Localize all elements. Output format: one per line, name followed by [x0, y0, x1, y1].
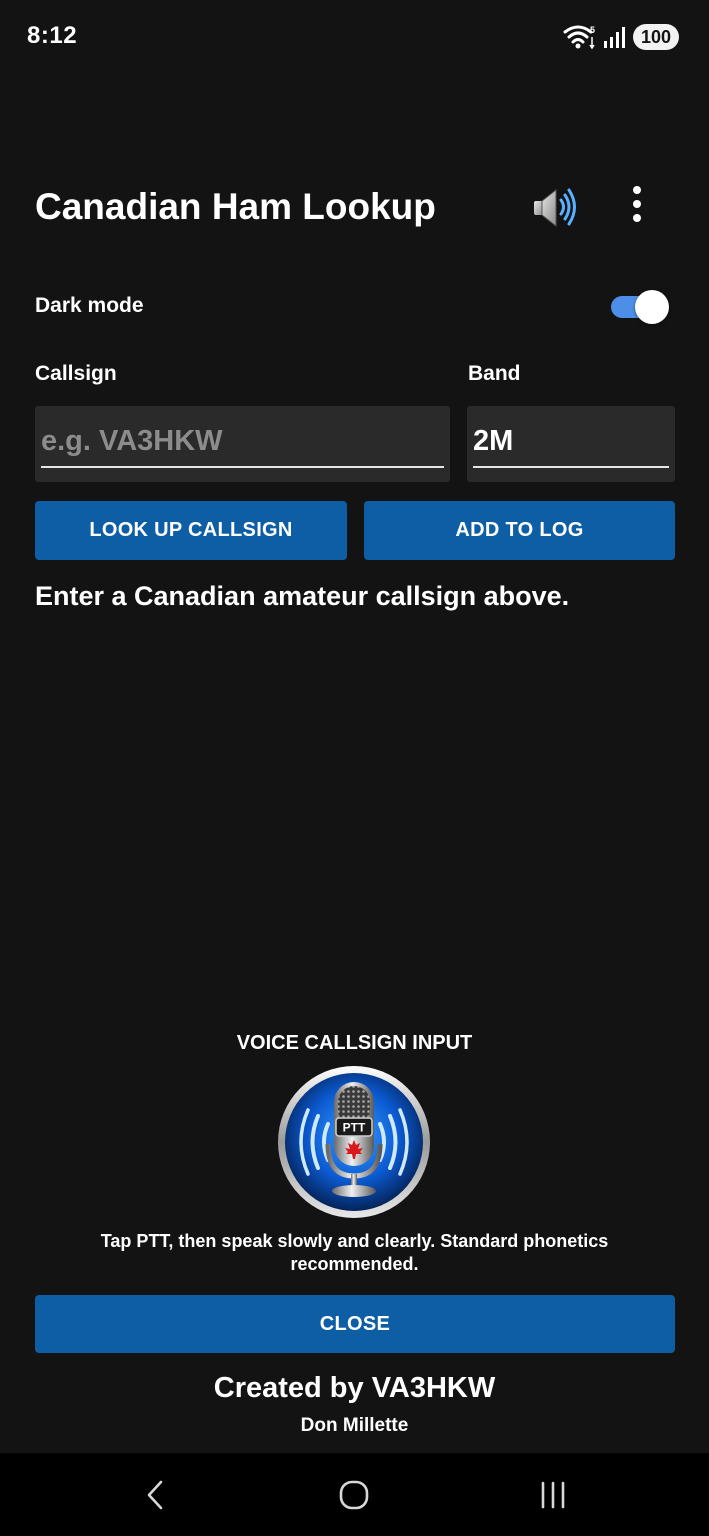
recents-icon[interactable]	[523, 1469, 583, 1521]
svg-text:5: 5	[590, 25, 595, 35]
voice-section-title: VOICE CALLSIGN INPUT	[236, 1032, 473, 1054]
credit-title: Created by VA3HKW	[213, 1372, 496, 1404]
close-button[interactable]: CLOSE	[35, 1295, 675, 1353]
look-up-callsign-button[interactable]: LOOK UP CALLSIGN	[35, 501, 347, 560]
screen: 8:12 5 100 Canadian Ham Lookup Dark mode…	[0, 0, 709, 1536]
ptt-label: PTT	[343, 1121, 366, 1135]
speaker-icon[interactable]	[530, 184, 578, 230]
band-label: Band	[468, 362, 521, 385]
back-icon[interactable]	[125, 1469, 185, 1521]
toggle-thumb	[635, 290, 669, 324]
dark-mode-toggle[interactable]	[611, 290, 669, 324]
status-icons: 5 100	[563, 22, 679, 52]
status-time: 8:12	[27, 22, 78, 49]
app-title: Canadian Ham Lookup	[35, 186, 436, 227]
system-navigation-bar	[0, 1453, 709, 1536]
add-to-log-button[interactable]: ADD TO LOG	[364, 501, 675, 560]
dark-mode-label: Dark mode	[35, 294, 144, 317]
credit-author: Don Millette	[300, 1415, 409, 1436]
ptt-microphone-button[interactable]: PTT	[276, 1064, 432, 1220]
battery-icon: 100	[632, 24, 679, 50]
voice-instructions: Tap PTT, then speak slowly and clearly. …	[100, 1231, 609, 1274]
band-input[interactable]	[473, 416, 669, 468]
result-message: Enter a Canadian amateur callsign above.	[35, 581, 570, 611]
overflow-menu-icon[interactable]	[622, 186, 652, 222]
wifi-icon: 5	[563, 24, 597, 50]
signal-icon	[603, 25, 627, 49]
callsign-label: Callsign	[35, 362, 117, 385]
band-field	[467, 406, 675, 482]
callsign-input[interactable]	[41, 416, 444, 468]
home-icon[interactable]	[324, 1469, 384, 1521]
callsign-field	[35, 406, 450, 482]
